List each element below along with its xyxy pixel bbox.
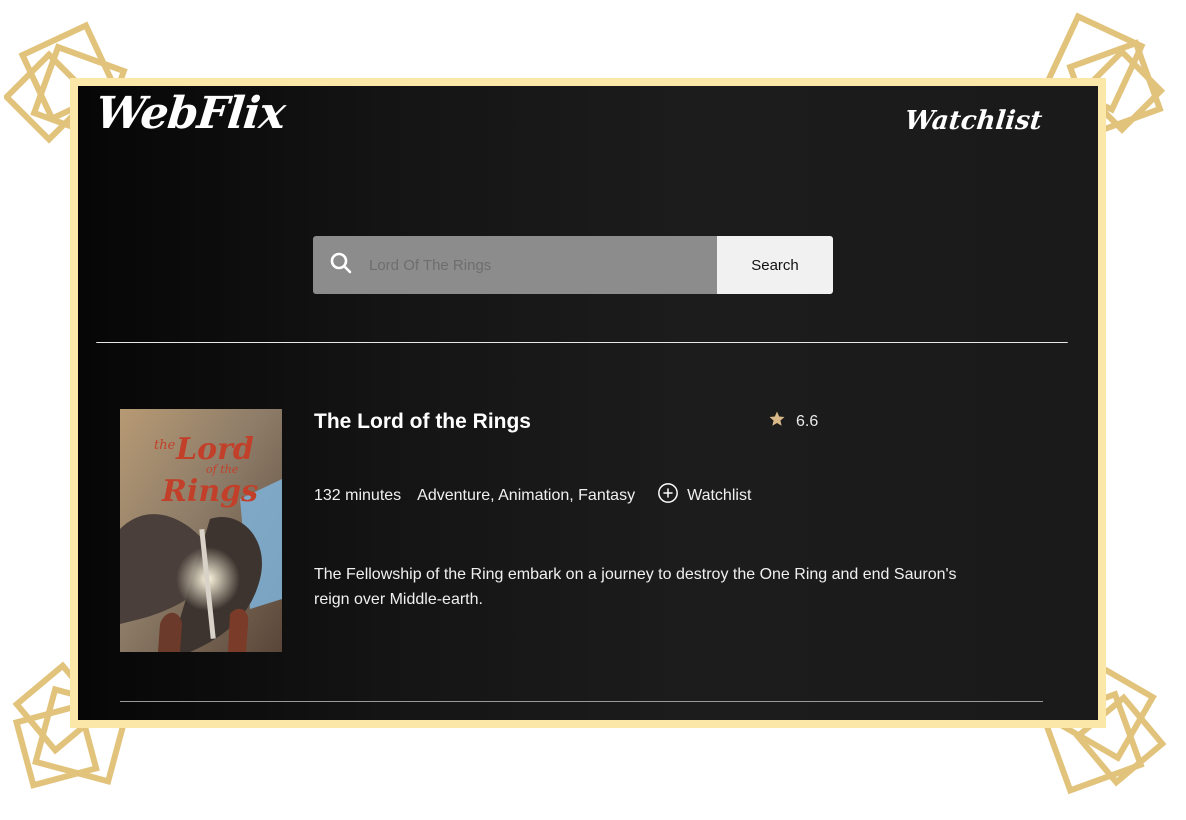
nav-watchlist-link[interactable]: Watchlist xyxy=(903,106,1043,136)
result-divider xyxy=(120,701,1043,702)
search-field-wrapper[interactable] xyxy=(313,236,717,294)
search-bar: Search xyxy=(313,236,833,294)
poster-title-the: the xyxy=(154,438,176,453)
movie-meta: 132 minutes Adventure, Animation, Fantas… xyxy=(314,482,751,509)
add-to-watchlist-button[interactable]: Watchlist xyxy=(657,482,751,509)
plus-circle-icon xyxy=(657,482,687,509)
rating-value: 6.6 xyxy=(796,412,819,430)
webflix-logo[interactable]: WebFlix xyxy=(93,88,287,139)
star-icon xyxy=(768,410,796,433)
search-icon xyxy=(329,251,353,280)
add-to-watchlist-label: Watchlist xyxy=(687,486,752,504)
poster-title-rings: Rings xyxy=(161,474,258,509)
header-divider xyxy=(96,342,1068,343)
app-window: WebFlix Watchlist Search xyxy=(78,86,1098,720)
movie-plot: The Fellowship of the Ring embark on a j… xyxy=(314,566,957,608)
movie-runtime: 132 minutes xyxy=(314,486,402,504)
movie-rating: 6.6 xyxy=(768,410,818,433)
movie-poster[interactable]: the Lord of the Rings xyxy=(120,409,282,652)
movie-title[interactable]: The Lord of the Rings xyxy=(314,410,531,434)
movie-genres: Adventure, Animation, Fantasy xyxy=(417,486,636,504)
poster-title-lord: Lord xyxy=(175,432,254,467)
search-input[interactable] xyxy=(367,255,691,275)
search-button[interactable]: Search xyxy=(717,236,833,294)
